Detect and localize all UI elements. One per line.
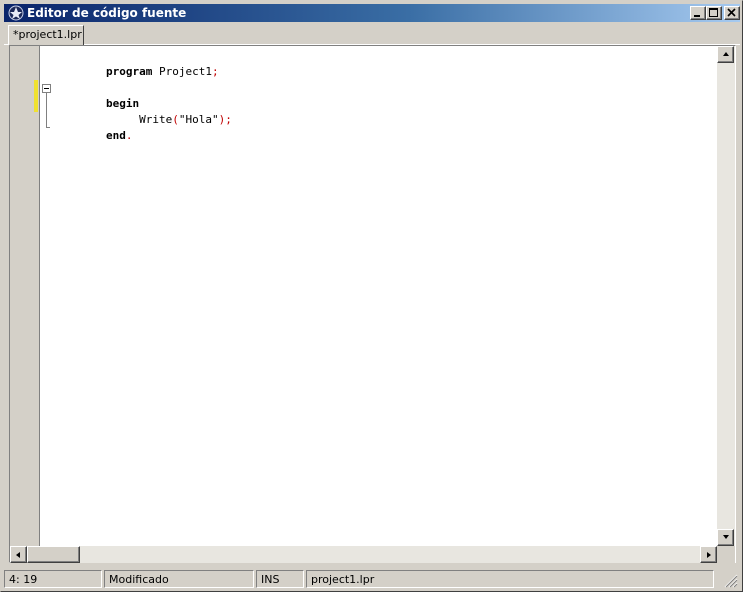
tab-strip: *project1.lpr [4, 24, 740, 45]
code-line-3: begin [53, 80, 139, 110]
modified-lines-marker [34, 80, 38, 112]
status-bar: 4: 19 Modificado INS project1.lpr [4, 568, 740, 588]
symbol-token: ( [172, 113, 179, 126]
scroll-right-button[interactable] [700, 546, 717, 563]
arrow-down-icon [723, 535, 729, 539]
tab-project1-lpr[interactable]: *project1.lpr [8, 25, 84, 45]
code-line-1: program Project1; [53, 48, 219, 78]
symbol-token: ; [211, 65, 219, 78]
title-bar[interactable]: Editor de código fuente [4, 4, 740, 22]
scroll-down-button[interactable] [717, 529, 734, 546]
minimize-icon [694, 15, 700, 17]
tab-label: *project1.lpr [13, 28, 82, 41]
scroll-up-button[interactable] [717, 46, 734, 63]
symbol-token: . [125, 129, 133, 142]
arrow-right-icon [707, 552, 711, 558]
window-title: Editor de código fuente [27, 6, 187, 20]
horizontal-scroll-thumb[interactable] [27, 546, 80, 563]
keyword-token: program [105, 65, 153, 78]
lazarus-app-icon [8, 5, 24, 21]
code-line-4: Write("Hola"); [53, 96, 232, 126]
string-token: "Hola" [178, 113, 219, 126]
maximize-icon [709, 8, 718, 17]
identifier-token: Project1 [152, 65, 212, 78]
source-editor-window: Editor de código fuente *project1.lpr pr… [0, 0, 743, 592]
symbol-token: ); [218, 113, 232, 126]
fold-guide-line [46, 92, 47, 128]
insert-mode: INS [256, 570, 304, 588]
arrow-left-icon [16, 552, 20, 558]
source-editor[interactable]: program Project1; begin Write("Hola"); e… [9, 45, 736, 563]
close-button[interactable] [724, 6, 740, 20]
close-icon [727, 8, 736, 17]
cursor-position: 4: 19 [4, 570, 102, 588]
code-area[interactable]: program Project1; begin Write("Hola"); e… [41, 46, 724, 546]
minimize-button[interactable] [690, 6, 706, 20]
file-name: project1.lpr [306, 570, 714, 588]
arrow-up-icon [723, 52, 729, 56]
code-line-5: end. [53, 112, 133, 142]
maximize-button[interactable] [706, 6, 722, 20]
line-gutter[interactable] [10, 46, 40, 546]
vertical-scrollbar[interactable] [717, 46, 735, 546]
horizontal-scrollbar[interactable] [10, 546, 717, 563]
fold-guide-end [46, 127, 50, 128]
keyword-token: end [105, 129, 126, 142]
scrollbar-corner [717, 546, 735, 563]
modified-status: Modificado [104, 570, 254, 588]
resize-grip-icon[interactable] [722, 572, 738, 588]
scroll-left-button[interactable] [10, 546, 27, 563]
